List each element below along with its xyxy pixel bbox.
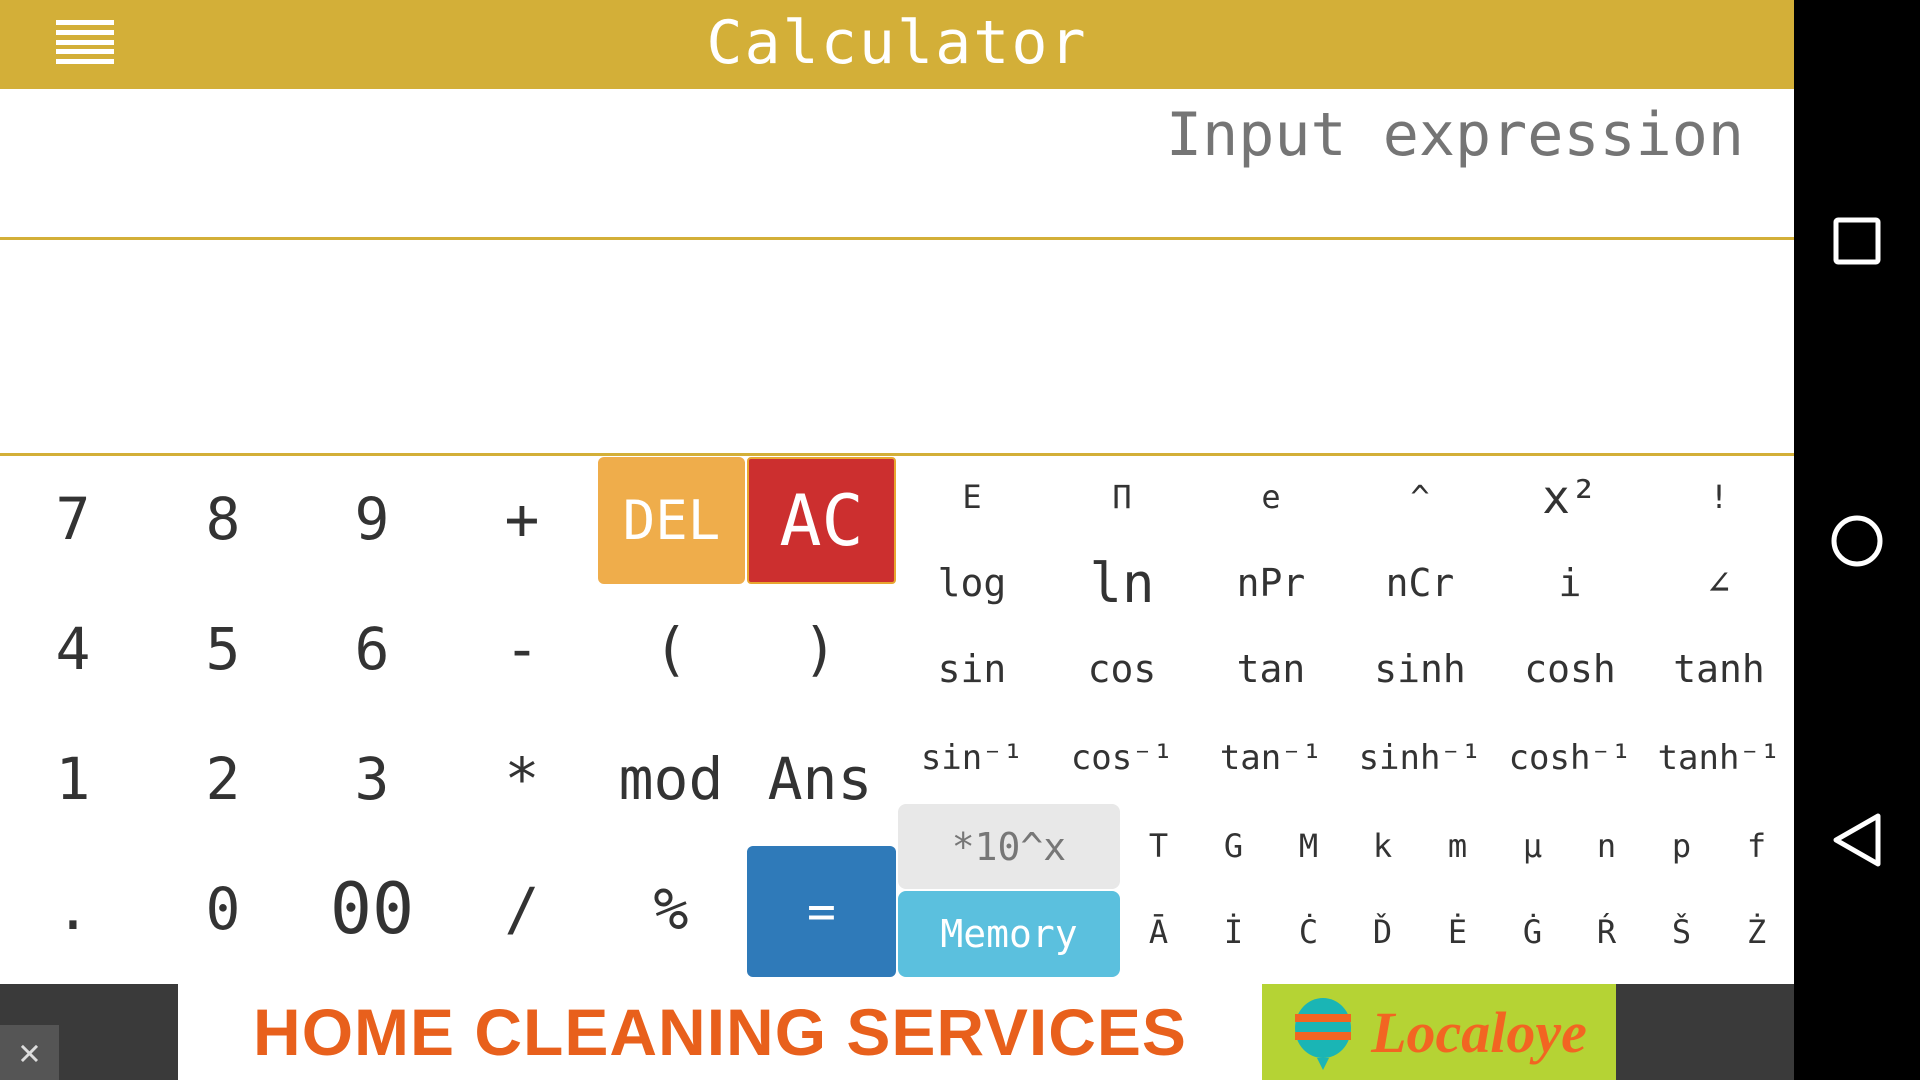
function-button[interactable]: tanh⁻¹ bbox=[1644, 715, 1794, 801]
key-symbol[interactable]: + bbox=[447, 454, 597, 584]
divider bbox=[0, 237, 1794, 240]
ad-text[interactable]: HOME CLEANING SERVICES bbox=[178, 984, 1262, 1080]
function-button[interactable]: nPr bbox=[1196, 540, 1346, 626]
hamburger-icon[interactable] bbox=[56, 20, 114, 64]
function-button[interactable]: tan bbox=[1196, 626, 1346, 712]
function-button[interactable]: i bbox=[1495, 540, 1645, 626]
balloon-logo-icon bbox=[1295, 998, 1352, 1070]
all-clear-button[interactable]: AC bbox=[747, 457, 896, 584]
variable-button[interactable]: Ċ bbox=[1271, 889, 1346, 975]
function-button[interactable]: tan⁻¹ bbox=[1196, 715, 1346, 801]
unit-prefix-button[interactable]: n bbox=[1569, 803, 1644, 889]
key-9[interactable]: 9 bbox=[297, 454, 447, 584]
circle-icon[interactable] bbox=[1830, 514, 1884, 568]
function-button[interactable]: x² bbox=[1495, 454, 1645, 540]
variable-button[interactable]: İ bbox=[1196, 889, 1271, 975]
page-title: Calculator bbox=[706, 8, 1088, 78]
key-symbol[interactable]: . bbox=[0, 844, 148, 974]
key-ans[interactable]: Ans bbox=[745, 714, 895, 844]
unit-prefix-button[interactable]: m bbox=[1420, 803, 1495, 889]
function-button[interactable]: ^ bbox=[1345, 454, 1495, 540]
key-7[interactable]: 7 bbox=[0, 454, 148, 584]
key-0[interactable]: 0 bbox=[148, 844, 298, 974]
function-button[interactable]: sin⁻¹ bbox=[897, 715, 1047, 801]
function-button[interactable]: ! bbox=[1644, 454, 1794, 540]
key-8[interactable]: 8 bbox=[148, 454, 298, 584]
unit-prefix-button[interactable]: G bbox=[1196, 803, 1271, 889]
key-4[interactable]: 4 bbox=[0, 584, 148, 714]
key-symbol[interactable]: % bbox=[596, 844, 746, 974]
exponent-button[interactable]: *10^x bbox=[898, 804, 1120, 889]
equals-button[interactable]: = bbox=[747, 846, 896, 977]
square-icon[interactable] bbox=[1832, 216, 1882, 266]
key-symbol[interactable]: ) bbox=[745, 584, 895, 714]
variable-button[interactable]: Ā bbox=[1121, 889, 1196, 975]
unit-prefix-button[interactable]: f bbox=[1719, 803, 1794, 889]
ad-close-button[interactable]: ✕ bbox=[0, 1025, 59, 1080]
variable-button[interactable]: Ż bbox=[1719, 889, 1794, 975]
function-button[interactable]: log bbox=[897, 540, 1047, 626]
android-nav-bar bbox=[1794, 0, 1920, 1080]
delete-button[interactable]: DEL bbox=[598, 457, 745, 584]
key-mod[interactable]: mod bbox=[596, 714, 746, 844]
unit-prefix-button[interactable]: T bbox=[1121, 803, 1196, 889]
ad-brand[interactable]: Localoye bbox=[1262, 984, 1616, 1080]
expression-input[interactable] bbox=[544, 100, 1744, 170]
function-button[interactable]: sinh⁻¹ bbox=[1345, 715, 1495, 801]
key-2[interactable]: 2 bbox=[148, 714, 298, 844]
function-button[interactable]: E bbox=[897, 454, 1047, 540]
variable-button[interactable]: Ė bbox=[1420, 889, 1495, 975]
function-button[interactable]: cosh⁻¹ bbox=[1495, 715, 1645, 801]
unit-prefix-button[interactable]: p bbox=[1644, 803, 1719, 889]
function-button[interactable]: ln bbox=[1047, 540, 1197, 626]
key-5[interactable]: 5 bbox=[148, 584, 298, 714]
unit-prefix-button[interactable]: μ bbox=[1495, 803, 1570, 889]
key-1[interactable]: 1 bbox=[0, 714, 148, 844]
variable-button[interactable]: Ġ bbox=[1495, 889, 1570, 975]
key-symbol[interactable]: * bbox=[447, 714, 597, 844]
key-symbol[interactable]: - bbox=[447, 584, 597, 714]
function-button[interactable]: Π bbox=[1047, 454, 1197, 540]
function-button[interactable]: tanh bbox=[1644, 626, 1794, 712]
triangle-back-icon[interactable] bbox=[1830, 812, 1884, 868]
variable-button[interactable]: Ŕ bbox=[1569, 889, 1644, 975]
key-3[interactable]: 3 bbox=[297, 714, 447, 844]
function-button[interactable]: ∠ bbox=[1644, 540, 1794, 626]
unit-prefix-button[interactable]: M bbox=[1271, 803, 1346, 889]
function-button[interactable]: e bbox=[1196, 454, 1346, 540]
function-button[interactable]: sinh bbox=[1345, 626, 1495, 712]
function-button[interactable]: nCr bbox=[1345, 540, 1495, 626]
memory-button[interactable]: Memory bbox=[898, 891, 1120, 977]
function-button[interactable]: cos⁻¹ bbox=[1047, 715, 1197, 801]
ad-brand-name: Localoye bbox=[1371, 999, 1587, 1065]
function-button[interactable]: sin bbox=[897, 626, 1047, 712]
unit-prefix-button[interactable]: k bbox=[1345, 803, 1420, 889]
key-symbol[interactable]: / bbox=[447, 844, 597, 974]
function-button[interactable]: cos bbox=[1047, 626, 1197, 712]
key-6[interactable]: 6 bbox=[297, 584, 447, 714]
key-00[interactable]: 00 bbox=[297, 844, 447, 974]
key-symbol[interactable]: ( bbox=[596, 584, 746, 714]
variable-button[interactable]: Š bbox=[1644, 889, 1719, 975]
variable-button[interactable]: Ď bbox=[1345, 889, 1420, 975]
function-button[interactable]: cosh bbox=[1495, 626, 1645, 712]
